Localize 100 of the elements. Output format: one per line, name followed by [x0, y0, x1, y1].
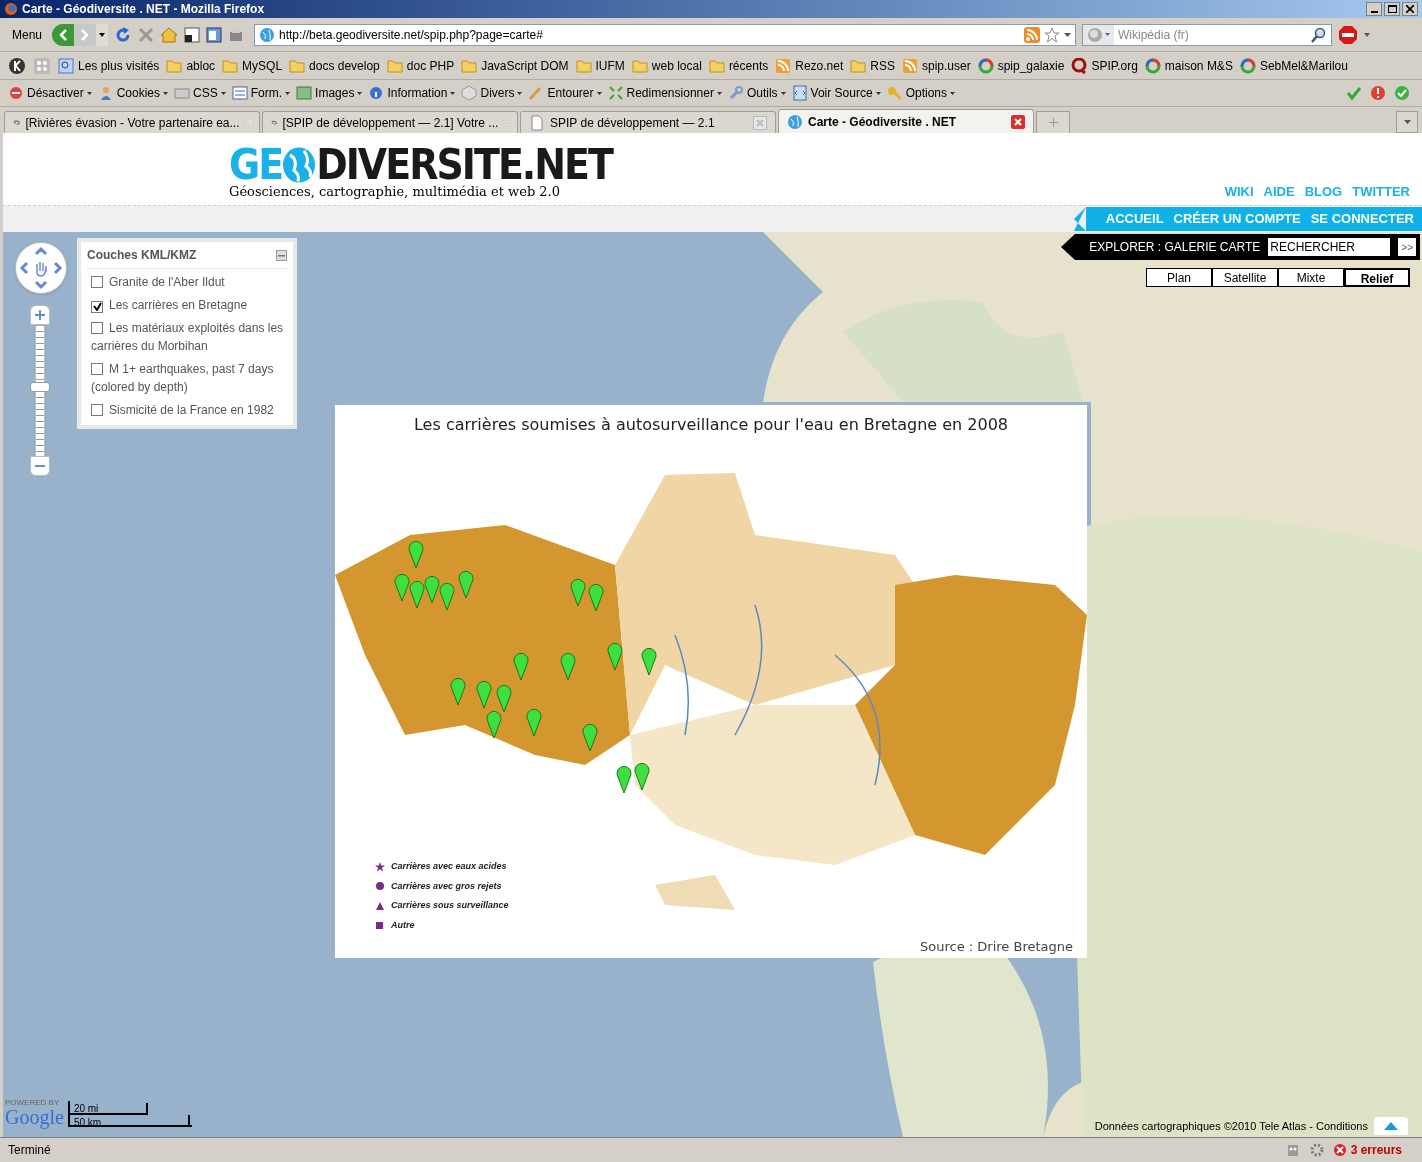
- bookmark-link[interactable]: abloc: [166, 56, 216, 75]
- checkbox[interactable]: [91, 322, 103, 334]
- map-marker-pin[interactable]: [408, 540, 424, 569]
- map-marker-pin[interactable]: [439, 582, 455, 611]
- map-marker-pin[interactable]: [526, 708, 542, 737]
- browser-tab[interactable]: Carte - Géodiversite . NET: [778, 109, 1034, 133]
- caret-icon[interactable]: [1364, 32, 1371, 37]
- menu-button[interactable]: Menu: [8, 25, 47, 44]
- bookmark-link[interactable]: MySQL: [222, 56, 283, 75]
- address-bar[interactable]: http://beta.geodiversite.net/spip.php?page=carte#: [254, 23, 1077, 46]
- bookmark-link[interactable]: SPIP.org: [1071, 56, 1138, 75]
- map-marker-pin[interactable]: [424, 575, 440, 604]
- search-icon[interactable]: [1311, 26, 1328, 43]
- checkbox[interactable]: [91, 276, 103, 288]
- new-tab-button[interactable]: [1036, 111, 1070, 133]
- bookmark-link[interactable]: récents: [708, 56, 769, 75]
- printer-icon[interactable]: [228, 26, 245, 43]
- browser-tab[interactable]: [SPIP de développement — 2.1] Votre ...: [262, 111, 518, 133]
- window-icon[interactable]: [184, 26, 201, 43]
- zoom-in-button[interactable]: [30, 305, 50, 325]
- star-icon[interactable]: [1044, 26, 1061, 43]
- close-icon[interactable]: [1011, 114, 1025, 129]
- map-type-button[interactable]: Mixte: [1278, 268, 1344, 287]
- map-marker-pin[interactable]: [409, 580, 425, 609]
- zoom-slider[interactable]: [30, 326, 50, 456]
- bookmark-link[interactable]: spip.user: [901, 56, 971, 75]
- bookmark-link[interactable]: Les plus visités: [58, 56, 160, 75]
- browser-tab[interactable]: [Rivières évasion - Votre partenaire ea...: [4, 111, 260, 133]
- map-marker-pin[interactable]: [476, 680, 492, 709]
- bookmark-link[interactable]: JavaScript DOM: [461, 56, 569, 75]
- map-marker-pin[interactable]: [486, 710, 502, 739]
- toolbar-menu-button[interactable]: Images: [296, 84, 363, 102]
- toolbar-menu-button[interactable]: Désactiver: [8, 84, 92, 102]
- adblock-icon[interactable]: [1338, 24, 1359, 45]
- layer-option[interactable]: M 1+ earthquakes, past 7 days (colored by depth): [87, 360, 287, 396]
- close-button[interactable]: [1402, 2, 1418, 16]
- error-count[interactable]: 3 erreurs: [1350, 1141, 1402, 1159]
- map-marker-pin[interactable]: [450, 677, 466, 706]
- collapse-map-button[interactable]: [1374, 1117, 1408, 1135]
- map-marker-pin[interactable]: [616, 765, 632, 794]
- map-type-button[interactable]: Relief: [1344, 268, 1410, 287]
- bookmark-link[interactable]: IUFM: [575, 56, 625, 75]
- map-type-button[interactable]: Satellite: [1212, 268, 1278, 287]
- toolbar-menu-button[interactable]: Redimensionner: [607, 84, 722, 102]
- feed-icon[interactable]: [1024, 26, 1041, 43]
- bookmark-link[interactable]: spip_galaxie: [977, 56, 1065, 75]
- caret-icon[interactable]: [1064, 32, 1072, 37]
- bookmark-link[interactable]: RSS: [850, 56, 895, 75]
- map-marker-pin[interactable]: [641, 647, 657, 676]
- checkbox[interactable]: [91, 404, 103, 416]
- history-dropdown[interactable]: [96, 23, 109, 46]
- toolbar-menu-button[interactable]: Divers: [461, 84, 523, 102]
- circle-k-icon[interactable]: [8, 56, 26, 75]
- map-marker-pin[interactable]: [560, 652, 576, 681]
- toolbar-menu-button[interactable]: Entourer: [528, 84, 602, 102]
- bookmark-link[interactable]: doc PHP: [386, 56, 455, 75]
- tab-list-button[interactable]: [1396, 111, 1418, 133]
- map-marker-pin[interactable]: [570, 578, 586, 607]
- toolbar-menu-button[interactable]: Voir Source: [791, 84, 881, 102]
- toolbar-menu-button[interactable]: CSS: [174, 84, 226, 102]
- url-input[interactable]: http://beta.geodiversite.net/spip.php?page=carte#: [279, 25, 1021, 44]
- maximize-button[interactable]: [1384, 2, 1400, 16]
- toolbar-menu-button[interactable]: Information: [368, 84, 456, 102]
- map-marker-pin[interactable]: [513, 652, 529, 681]
- map-type-button[interactable]: Plan: [1146, 268, 1212, 287]
- minimize-button[interactable]: [1366, 2, 1382, 16]
- dots-grid-icon[interactable]: [33, 56, 51, 75]
- map-marker-pin[interactable]: [458, 570, 474, 599]
- toolbar-menu-button[interactable]: Form.: [231, 84, 291, 102]
- layer-option[interactable]: Sismicité de la France en 1982: [87, 401, 287, 419]
- search-field[interactable]: RECHERCHER: [1268, 238, 1391, 256]
- search-bar[interactable]: Wikipédia (fr): [1082, 23, 1333, 46]
- checkbox[interactable]: [91, 300, 103, 313]
- layer-option[interactable]: Les carrières en Bretagne: [87, 296, 287, 314]
- layer-option[interactable]: Granite de l'Aber Ildut: [87, 273, 287, 291]
- map-marker-pin[interactable]: [607, 642, 623, 671]
- search-submit-button[interactable]: >>: [1398, 238, 1416, 256]
- toolbar-menu-button[interactable]: Outils: [727, 84, 786, 102]
- bookmark-link[interactable]: maison M&S: [1144, 56, 1233, 75]
- layer-option[interactable]: Les matériaux exploités dans les carrières du Morbihan: [87, 319, 287, 355]
- map-marker-pin[interactable]: [582, 723, 598, 752]
- map-marker-pin[interactable]: [496, 684, 512, 713]
- bookmark-link[interactable]: Rezo.net: [775, 56, 844, 75]
- bookmark-link[interactable]: web local: [631, 56, 702, 75]
- zoom-slider-thumb[interactable]: [30, 382, 50, 392]
- search-input[interactable]: Wikipédia (fr): [1118, 25, 1308, 44]
- browser-tab[interactable]: SPIP de développement — 2.1: [520, 111, 776, 133]
- map-marker-pin[interactable]: [634, 762, 650, 791]
- bookmark-link[interactable]: docs develop: [289, 56, 380, 75]
- toolbar-menu-button[interactable]: Cookies: [97, 84, 169, 102]
- back-button[interactable]: [52, 23, 75, 46]
- map-marker-pin[interactable]: [588, 583, 604, 612]
- bookmark-link[interactable]: SebMel&Marilou: [1239, 56, 1348, 75]
- collapse-icon[interactable]: [276, 249, 287, 261]
- checkbox[interactable]: [91, 363, 103, 375]
- zoom-out-button[interactable]: [30, 456, 50, 476]
- map-marker-pin[interactable]: [394, 573, 410, 602]
- stop-icon[interactable]: [138, 26, 155, 43]
- toolbar-menu-button[interactable]: Options: [886, 84, 955, 102]
- home-icon[interactable]: [160, 26, 179, 43]
